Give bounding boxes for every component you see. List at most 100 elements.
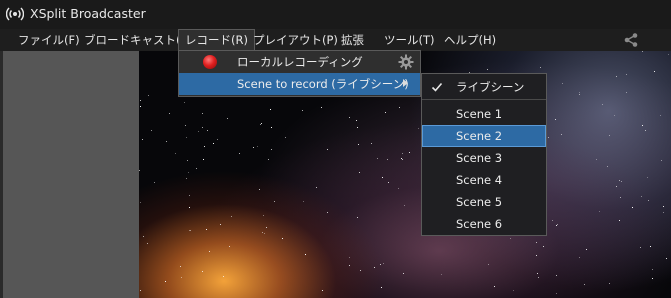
submenu-label: Scene 5 bbox=[456, 195, 503, 209]
star bbox=[188, 172, 189, 173]
star bbox=[660, 115, 661, 116]
star bbox=[586, 249, 587, 250]
star bbox=[202, 271, 203, 272]
star bbox=[259, 189, 260, 190]
star bbox=[620, 197, 621, 198]
star bbox=[169, 113, 170, 114]
star bbox=[607, 166, 608, 167]
submenu-item-scene-2[interactable]: Scene 2 bbox=[422, 125, 546, 147]
star bbox=[579, 92, 580, 93]
star bbox=[349, 257, 350, 258]
window-title: XSplit Broadcaster bbox=[30, 6, 146, 21]
star bbox=[556, 293, 557, 294]
star bbox=[142, 139, 143, 140]
star bbox=[271, 149, 272, 150]
star bbox=[140, 290, 141, 291]
star bbox=[223, 276, 224, 277]
local-recording-label: ローカルレコーディング bbox=[237, 55, 363, 69]
submenu-item-scene-4[interactable]: Scene 4 bbox=[422, 169, 546, 191]
star bbox=[562, 83, 563, 84]
star bbox=[641, 196, 642, 197]
star bbox=[602, 104, 603, 105]
scene-to-record-label: Scene to record (ライブシーン) bbox=[237, 77, 409, 91]
star bbox=[599, 211, 600, 212]
star bbox=[217, 139, 218, 140]
star bbox=[140, 100, 141, 101]
star bbox=[661, 160, 662, 161]
submenu-label: Scene 1 bbox=[456, 107, 503, 121]
star bbox=[175, 153, 176, 154]
star bbox=[399, 107, 400, 108]
submenu-label: Scene 6 bbox=[456, 217, 503, 231]
star bbox=[322, 290, 323, 291]
star bbox=[561, 134, 562, 135]
star bbox=[621, 181, 622, 182]
star bbox=[204, 146, 205, 147]
star bbox=[614, 115, 615, 116]
menu-tools[interactable]: ツール(T) bbox=[378, 29, 441, 51]
star bbox=[231, 216, 232, 217]
broadcast-icon bbox=[6, 7, 24, 21]
star bbox=[349, 265, 350, 266]
star bbox=[257, 146, 258, 147]
star bbox=[537, 273, 538, 274]
star bbox=[402, 153, 403, 154]
title-bar: XSplit Broadcaster bbox=[0, 0, 671, 29]
submenu-item-scene-3[interactable]: Scene 3 bbox=[422, 147, 546, 169]
menu-record[interactable]: レコード(R) bbox=[178, 29, 255, 51]
star bbox=[645, 130, 646, 131]
star bbox=[488, 264, 489, 265]
star bbox=[260, 124, 261, 125]
star bbox=[371, 143, 372, 144]
star bbox=[239, 153, 240, 154]
submenu-item-scene-6[interactable]: Scene 6 bbox=[422, 213, 546, 235]
star bbox=[557, 224, 558, 225]
star bbox=[510, 238, 511, 239]
local-recording-item[interactable]: ローカルレコーディング bbox=[179, 51, 420, 73]
submenu-label: ライブシーン bbox=[456, 80, 525, 94]
star bbox=[220, 224, 221, 225]
star bbox=[377, 158, 378, 159]
star bbox=[441, 274, 442, 275]
star bbox=[321, 107, 322, 108]
share-icon[interactable] bbox=[623, 32, 639, 48]
star bbox=[663, 212, 664, 213]
star bbox=[404, 205, 405, 206]
submenu-label: Scene 3 bbox=[456, 151, 503, 165]
star bbox=[154, 182, 155, 183]
star bbox=[380, 264, 381, 265]
star bbox=[359, 172, 360, 173]
star bbox=[282, 238, 283, 239]
star bbox=[302, 110, 303, 111]
star bbox=[650, 246, 651, 247]
star bbox=[543, 246, 544, 247]
star bbox=[165, 281, 166, 282]
menu-playout[interactable]: プレイアウト(P) bbox=[247, 29, 344, 51]
star bbox=[274, 201, 275, 202]
star bbox=[316, 187, 317, 188]
star bbox=[642, 125, 643, 126]
star bbox=[148, 95, 149, 96]
star bbox=[402, 159, 403, 160]
check-icon bbox=[431, 82, 443, 92]
menu-file[interactable]: ファイル(F) bbox=[12, 29, 86, 51]
star bbox=[263, 215, 264, 216]
menu-help[interactable]: ヘルプ(H) bbox=[438, 29, 502, 51]
star bbox=[382, 177, 383, 178]
star bbox=[409, 152, 410, 153]
star bbox=[536, 255, 537, 256]
star bbox=[388, 182, 389, 183]
gear-icon[interactable] bbox=[398, 54, 414, 70]
submenu-item-scene-5[interactable]: Scene 5 bbox=[422, 191, 546, 213]
star bbox=[596, 159, 597, 160]
star bbox=[190, 230, 191, 231]
star bbox=[187, 160, 188, 161]
star bbox=[303, 201, 304, 202]
scene-to-record-item[interactable]: Scene to record (ライブシーン) bbox=[179, 73, 420, 95]
submenu-item-live-scene[interactable]: ライブシーン bbox=[422, 76, 546, 98]
submenu-item-scene-1[interactable]: Scene 1 bbox=[422, 103, 546, 125]
star bbox=[185, 125, 186, 126]
submenu-arrow-icon bbox=[403, 79, 408, 87]
menu-extensions[interactable]: 拡張 bbox=[335, 29, 370, 51]
star bbox=[609, 135, 610, 136]
